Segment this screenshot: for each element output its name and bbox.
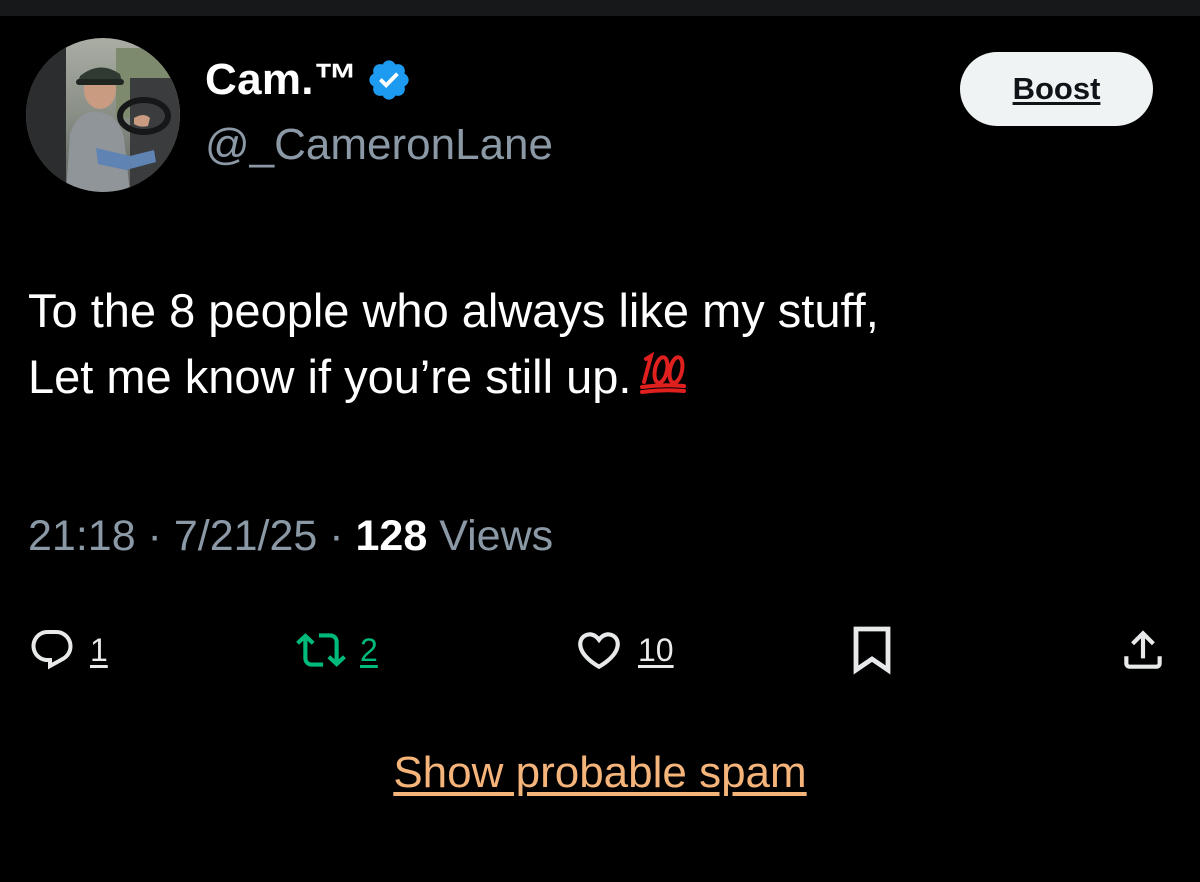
- reply-button[interactable]: 1: [28, 615, 108, 685]
- share-button[interactable]: [1118, 615, 1168, 685]
- reply-count[interactable]: 1: [90, 632, 108, 669]
- verified-badge-icon[interactable]: [366, 57, 412, 103]
- bookmark-button[interactable]: [848, 615, 896, 685]
- like-button[interactable]: 10: [574, 615, 674, 685]
- heart-icon: [578, 632, 620, 670]
- display-name[interactable]: Cam.™: [205, 55, 358, 105]
- tweet-actions: 1 2 10: [0, 615, 1200, 685]
- tweet-meta: 21:18 · 7/21/25 · 128 Views: [28, 512, 553, 561]
- boost-button[interactable]: Boost: [960, 52, 1153, 126]
- tweet-date[interactable]: 7/21/25: [174, 512, 317, 560]
- meta-separator: ·: [317, 512, 356, 560]
- avatar-photo: [26, 38, 180, 192]
- views-label[interactable]: Views: [427, 512, 553, 560]
- bookmark-icon: [853, 626, 891, 675]
- tweet-time[interactable]: 21:18: [28, 512, 136, 560]
- meta-separator: ·: [135, 512, 174, 560]
- hundred-points-emoji: [639, 346, 687, 394]
- like-count[interactable]: 10: [638, 632, 674, 669]
- author-name-row[interactable]: Cam.™: [205, 50, 412, 110]
- tweet-line-2: Let me know if you’re still up.: [28, 344, 1178, 410]
- repost-count[interactable]: 2: [360, 632, 378, 669]
- repost-icon: [296, 633, 346, 667]
- share-icon: [1124, 630, 1162, 669]
- tweet-text: To the 8 people who always like my stuff…: [28, 278, 1178, 410]
- repost-button[interactable]: 2: [296, 615, 378, 685]
- views-count[interactable]: 128: [356, 512, 428, 560]
- tweet-line-2-text: Let me know if you’re still up.: [28, 350, 632, 403]
- status-bar-strip: [0, 0, 1200, 16]
- show-probable-spam-link[interactable]: Show probable spam: [0, 748, 1200, 798]
- author-handle[interactable]: @_CameronLane: [205, 120, 553, 170]
- tweet-line-1: To the 8 people who always like my stuff…: [28, 284, 879, 337]
- avatar[interactable]: [26, 38, 180, 192]
- reply-icon: [31, 630, 73, 670]
